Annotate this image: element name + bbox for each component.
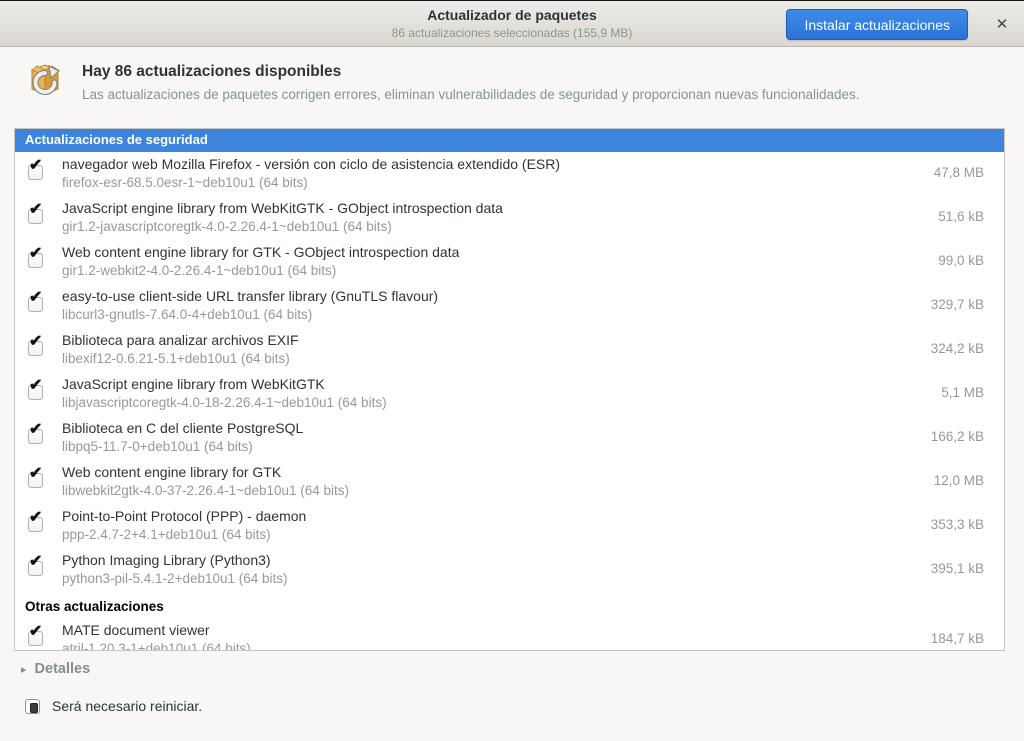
- restart-required-icon: [25, 699, 40, 714]
- package-texts: MATE document viewer atril-1.20.3-1+deb10…: [62, 622, 894, 651]
- package-size: 353,3 kB: [931, 517, 984, 532]
- close-icon: ✕: [996, 16, 1009, 33]
- package-texts: Biblioteca en C del cliente PostgreSQL li…: [62, 420, 894, 454]
- package-texts: easy-to-use client-side URL transfer lib…: [62, 288, 894, 322]
- package-summary: JavaScript engine library from WebKitGTK: [62, 376, 894, 392]
- checkmark-icon: ✔: [29, 290, 42, 306]
- package-texts: Web content engine library for GTK libweb…: [62, 464, 894, 498]
- checkmark-icon: ✔: [29, 158, 42, 174]
- package-size: 184,7 kB: [931, 631, 984, 646]
- update-row[interactable]: ✔ navegador web Mozilla Firefox - versión…: [15, 152, 1004, 196]
- package-size: 12,0 MB: [934, 473, 984, 488]
- update-checkbox[interactable]: ✔: [28, 253, 43, 268]
- package-summary: navegador web Mozilla Firefox - versión …: [62, 156, 894, 172]
- software-update-icon: [25, 61, 65, 103]
- update-checkbox[interactable]: ✔: [28, 341, 43, 356]
- package-summary: Web content engine library for GTK - GOb…: [62, 244, 894, 260]
- package-summary: Biblioteca para analizar archivos EXIF: [62, 332, 894, 348]
- package-version: libpq5-11.7-0+deb10u1 (64 bits): [62, 439, 894, 454]
- package-size: 51,6 kB: [938, 209, 984, 224]
- package-size: 324,2 kB: [931, 341, 984, 356]
- package-summary: easy-to-use client-side URL transfer lib…: [62, 288, 894, 304]
- titlebar: Actualizador de paquetes 86 actualizacio…: [0, 0, 1024, 47]
- package-size: 166,2 kB: [931, 429, 984, 444]
- checkmark-icon: ✔: [29, 246, 42, 262]
- update-row[interactable]: ✔ Point-to-Point Protocol (PPP) - daemon p…: [15, 504, 1004, 548]
- update-row[interactable]: ✔ MATE document viewer atril-1.20.3-1+deb1…: [15, 618, 1004, 651]
- checkmark-icon: ✔: [29, 378, 42, 394]
- package-summary: Biblioteca en C del cliente PostgreSQL: [62, 420, 894, 436]
- package-version: libcurl3-gnutls-7.64.0-4+deb10u1 (64 bit…: [62, 307, 894, 322]
- update-checkbox[interactable]: ✔: [28, 209, 43, 224]
- package-texts: Python Imaging Library (Python3) python3-…: [62, 552, 894, 586]
- update-checkbox[interactable]: ✔: [28, 517, 43, 532]
- package-texts: Biblioteca para analizar archivos EXIF li…: [62, 332, 894, 366]
- package-texts: Point-to-Point Protocol (PPP) - daemon pp…: [62, 508, 894, 542]
- update-row[interactable]: ✔ Python Imaging Library (Python3) python3…: [15, 548, 1004, 592]
- package-version: libwebkit2gtk-4.0-37-2.26.4-1~deb10u1 (6…: [62, 483, 894, 498]
- close-button[interactable]: ✕: [989, 12, 1015, 38]
- package-version: ppp-2.4.7-2+4.1+deb10u1 (64 bits): [62, 527, 894, 542]
- checkmark-icon: ✔: [29, 202, 42, 218]
- package-version: libjavascriptcoregtk-4.0-18-2.26.4-1~deb…: [62, 395, 894, 410]
- package-texts: JavaScript engine library from WebKitGTK…: [62, 200, 894, 234]
- checkmark-icon: ✔: [29, 334, 42, 350]
- intro-header: Hay 86 actualizaciones disponibles Las a…: [25, 61, 860, 103]
- checkmark-icon: ✔: [29, 554, 42, 570]
- update-row[interactable]: ✔ Biblioteca en C del cliente PostgreSQL l…: [15, 416, 1004, 460]
- intro-text: Hay 86 actualizaciones disponibles Las a…: [82, 63, 860, 102]
- update-row[interactable]: ✔ Web content engine library for GTK libwe…: [15, 460, 1004, 504]
- update-checkbox[interactable]: ✔: [28, 385, 43, 400]
- update-checkbox[interactable]: ✔: [28, 631, 43, 646]
- package-version: gir1.2-webkit2-4.0-2.26.4-1~deb10u1 (64 …: [62, 263, 894, 278]
- package-texts: Web content engine library for GTK - GOb…: [62, 244, 894, 278]
- restart-notice: Será necesario reiniciar.: [52, 698, 202, 714]
- package-version: libexif12-0.6.21-5.1+deb10u1 (64 bits): [62, 351, 894, 366]
- package-size: 395,1 kB: [931, 561, 984, 576]
- details-label: Detalles: [35, 661, 91, 677]
- package-texts: JavaScript engine library from WebKitGTK…: [62, 376, 894, 410]
- restart-notice-row: Será necesario reiniciar.: [25, 698, 202, 714]
- package-size: 329,7 kB: [931, 297, 984, 312]
- install-updates-button[interactable]: Instalar actualizaciones: [786, 9, 968, 40]
- details-expander[interactable]: ▸ Detalles: [21, 661, 90, 677]
- update-checkbox[interactable]: ✔: [28, 165, 43, 180]
- update-row[interactable]: ✔ Web content engine library for GTK - GO…: [15, 240, 1004, 284]
- update-row[interactable]: ✔ Biblioteca para analizar archivos EXIF l…: [15, 328, 1004, 372]
- section-header: Actualizaciones de seguridad: [15, 129, 1004, 152]
- updates-description: Las actualizaciones de paquetes corrigen…: [82, 87, 860, 102]
- package-version: gir1.2-javascriptcoregtk-4.0-2.26.4-1~de…: [62, 219, 894, 234]
- section-header: Otras actualizaciones: [15, 592, 1004, 618]
- update-checkbox[interactable]: ✔: [28, 561, 43, 576]
- checkmark-icon: ✔: [29, 466, 42, 482]
- update-checkbox[interactable]: ✔: [28, 429, 43, 444]
- update-row[interactable]: ✔ easy-to-use client-side URL transfer li…: [15, 284, 1004, 328]
- checkmark-icon: ✔: [29, 624, 42, 640]
- update-row[interactable]: ✔ JavaScript engine library from WebKitGT…: [15, 372, 1004, 416]
- package-size: 99,0 kB: [938, 253, 984, 268]
- package-summary: Python Imaging Library (Python3): [62, 552, 894, 568]
- checkmark-icon: ✔: [29, 510, 42, 526]
- update-checkbox[interactable]: ✔: [28, 473, 43, 488]
- package-summary: Point-to-Point Protocol (PPP) - daemon: [62, 508, 894, 524]
- package-size: 5,1 MB: [941, 385, 984, 400]
- package-version: firefox-esr-68.5.0esr-1~deb10u1 (64 bits…: [62, 175, 894, 190]
- updates-list: Actualizaciones de seguridad ✔ navegador w…: [14, 128, 1005, 651]
- package-summary: MATE document viewer: [62, 622, 894, 638]
- package-texts: navegador web Mozilla Firefox - versión …: [62, 156, 894, 190]
- checkmark-icon: ✔: [29, 422, 42, 438]
- updates-available-heading: Hay 86 actualizaciones disponibles: [82, 63, 860, 81]
- package-summary: Web content engine library for GTK: [62, 464, 894, 480]
- package-size: 47,8 MB: [934, 165, 984, 180]
- update-checkbox[interactable]: ✔: [28, 297, 43, 312]
- package-summary: JavaScript engine library from WebKitGTK…: [62, 200, 894, 216]
- package-version: python3-pil-5.4.1-2+deb10u1 (64 bits): [62, 571, 894, 586]
- expander-arrow-icon: ▸: [21, 663, 27, 676]
- package-version: atril-1.20.3-1+deb10u1 (64 bits): [62, 641, 894, 651]
- update-row[interactable]: ✔ JavaScript engine library from WebKitGT…: [15, 196, 1004, 240]
